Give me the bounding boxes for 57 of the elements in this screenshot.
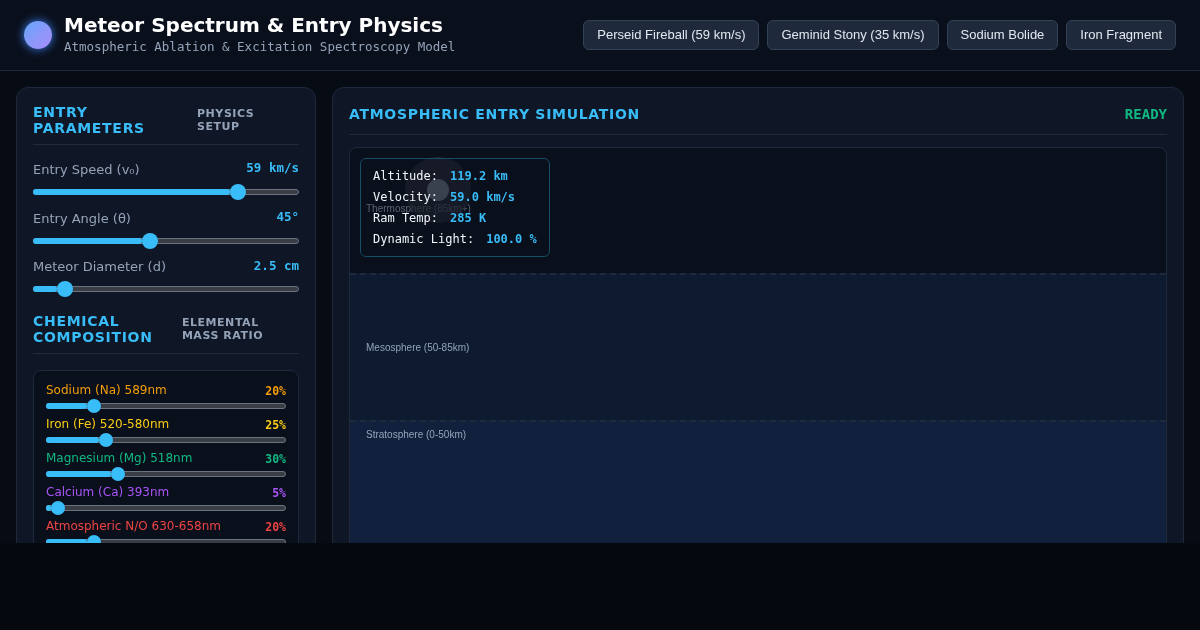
readout-label: Altitude: (373, 169, 439, 183)
slider[interactable] (46, 433, 286, 448)
element-label: Sodium (Na) 589nm (46, 383, 167, 399)
readout-label: Velocity: (373, 190, 439, 204)
preset-button[interactable]: Iron Fragment (1066, 20, 1176, 50)
readout-value: 119.2 km (450, 169, 508, 183)
slider-thumb[interactable] (99, 433, 113, 448)
parameter-value: 2.5 cm (253, 256, 299, 275)
element-percent: 20% (265, 384, 286, 399)
readout-value: 285 K (450, 211, 487, 225)
slider-fill (33, 286, 57, 293)
slider[interactable] (46, 467, 286, 482)
preset-button[interactable]: Perseid Fireball (59 km/s) (583, 20, 760, 50)
app-subtitle: Atmospheric Ablation & Excitation Spectroscopy Model (64, 38, 456, 57)
slider-thumb[interactable] (111, 467, 125, 482)
layer-label: Mesosphere (50-85km) (366, 341, 470, 355)
element-percent: 30% (265, 452, 286, 467)
slider-thumb[interactable] (51, 501, 65, 516)
status-label: READY (1124, 105, 1167, 124)
element-label: Calcium (Ca) 393nm (46, 485, 170, 501)
parameter-label: Meteor Diameter (d) (33, 259, 166, 276)
slider[interactable] (33, 232, 299, 249)
readout-value: 59.0 km/s (450, 190, 516, 204)
layer-label: Stratosphere (0-50km) (366, 427, 467, 442)
logo-icon (24, 21, 52, 49)
slider-fill (46, 437, 99, 444)
slider-fill (46, 471, 111, 478)
slider-thumb[interactable] (87, 399, 101, 414)
section-title: ATMOSPHERIC ENTRY SIMULATION (349, 105, 640, 124)
section-title: ENTRY PARAMETERS (33, 104, 146, 136)
readout-value: 100.0 % (486, 232, 537, 246)
slider[interactable] (33, 183, 299, 200)
slider-thumb[interactable] (142, 232, 159, 249)
slider[interactable] (46, 501, 286, 516)
parameter-value: 59 km/s (246, 159, 299, 177)
readout-label: Dynamic Light: (373, 232, 475, 246)
section-tag: PHYSICS SETUP (197, 104, 299, 133)
preset-button[interactable]: Geminid Stony (35 km/s) (767, 20, 939, 50)
parameter-label: Entry Angle (θ) (33, 210, 131, 227)
app-title: Meteor Spectrum & Entry Physics (64, 13, 444, 39)
element-percent: 25% (265, 418, 286, 433)
element-label: Magnesium (Mg) 518nm (46, 451, 193, 467)
section-title: CHEMICAL COMPOSITION (33, 313, 154, 346)
element-label: Atmospheric N/O 630-658nm (46, 519, 221, 535)
element-percent: 20% (265, 520, 286, 535)
slider-thumb[interactable] (56, 281, 73, 298)
parameter-value: 45° (276, 207, 299, 226)
slider-thumb[interactable] (229, 183, 246, 200)
preset-button[interactable]: Sodium Bolide (946, 20, 1059, 50)
slider-fill (46, 403, 87, 410)
section-tag: ELEMENTAL MASS RATIO (181, 313, 299, 343)
element-percent: 5% (272, 486, 286, 501)
element-label: Iron (Fe) 520-580nm (46, 417, 170, 433)
slider[interactable] (33, 281, 299, 298)
slider-fill (46, 505, 51, 512)
slider[interactable] (46, 399, 286, 414)
parameter-label: Entry Speed (v₀) (33, 161, 140, 178)
